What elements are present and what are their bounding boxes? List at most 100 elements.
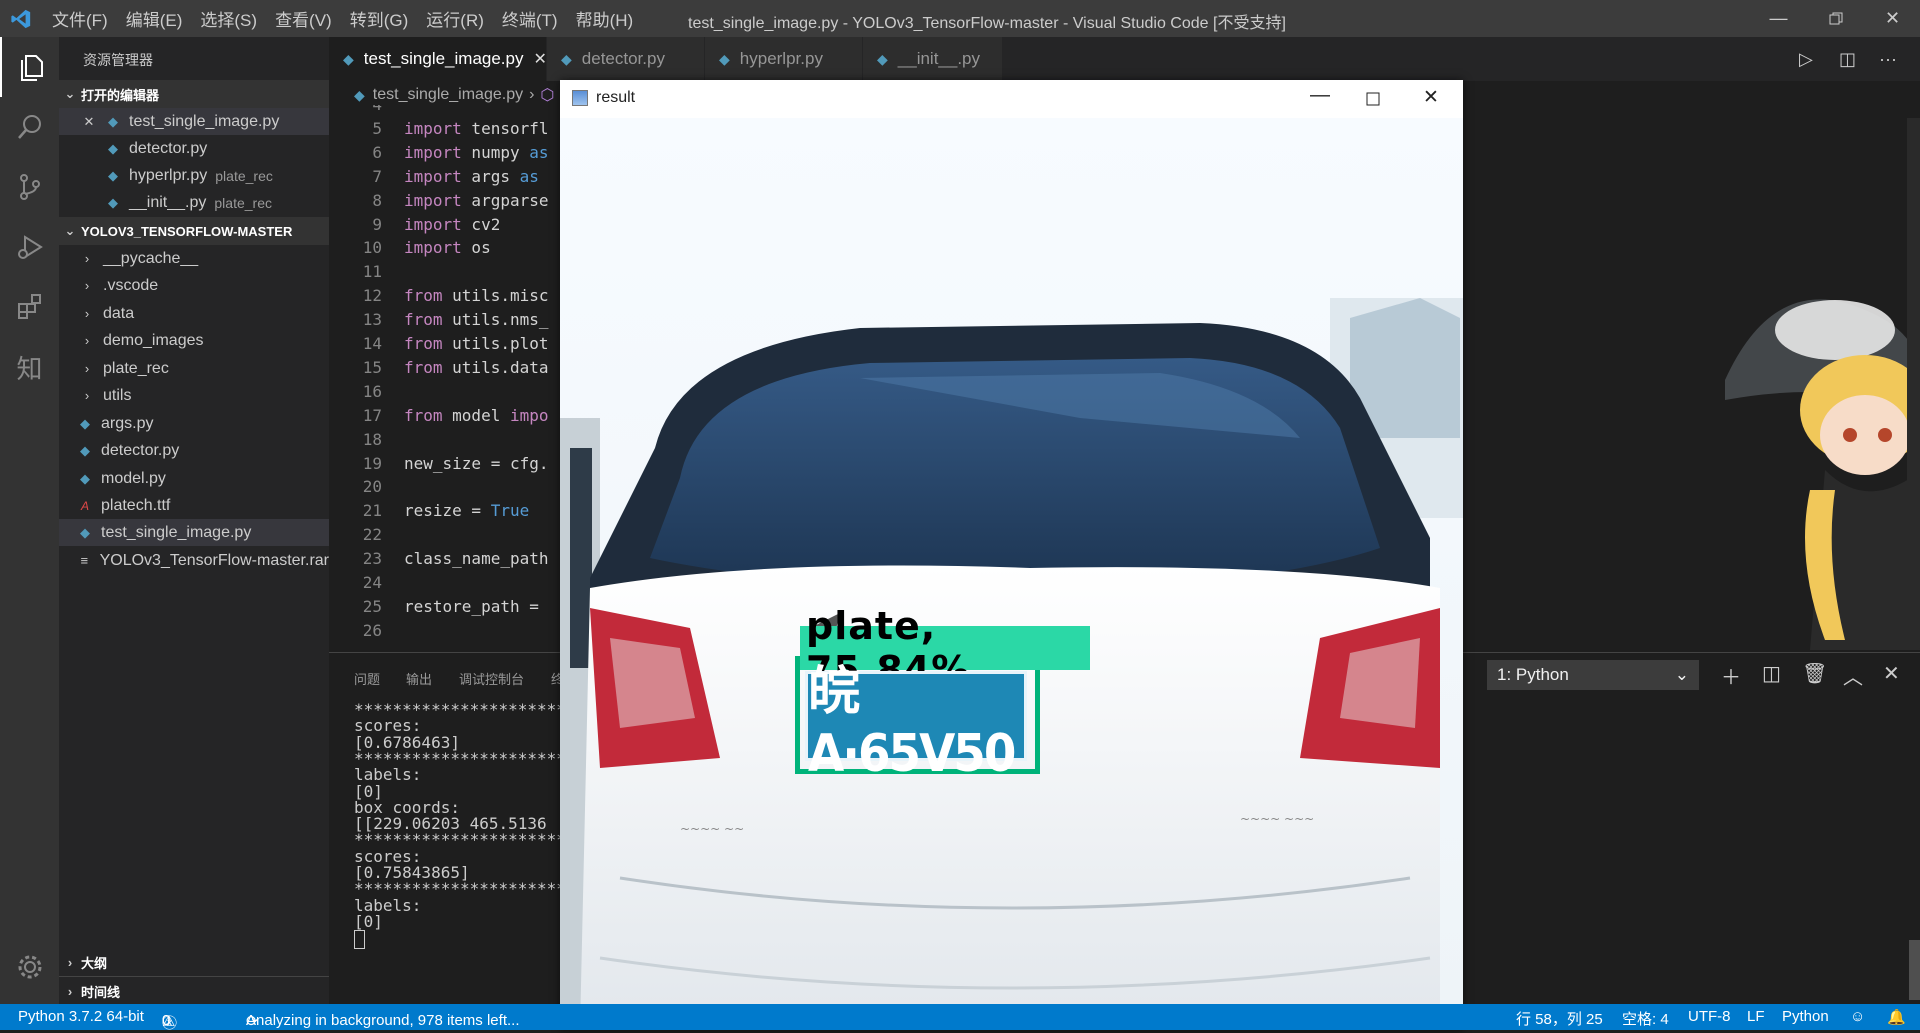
search-activity[interactable] bbox=[0, 97, 59, 157]
run-debug-activity[interactable] bbox=[0, 217, 59, 277]
feedback-icon[interactable]: ☺ bbox=[1850, 1008, 1865, 1025]
code-line[interactable]: 22 bbox=[329, 523, 404, 547]
minimize-button[interactable]: — bbox=[1750, 0, 1807, 37]
bell-icon[interactable]: 🔔 bbox=[1887, 1008, 1906, 1026]
file-item[interactable]: ≡ YOLOv3_TensorFlow-master.rar bbox=[59, 547, 330, 574]
encoding[interactable]: UTF-8 bbox=[1688, 1008, 1731, 1025]
menu-go[interactable]: 转到(G) bbox=[350, 6, 409, 31]
folder-item[interactable]: › demo_images bbox=[59, 327, 329, 354]
end-of-line[interactable]: LF bbox=[1747, 1008, 1765, 1025]
more-actions-button[interactable]: ··· bbox=[1879, 37, 1897, 81]
file-item[interactable]: ◆ args.py bbox=[59, 410, 329, 437]
timeline-section[interactable]: › 时间线 bbox=[59, 976, 329, 1005]
menu-help[interactable]: 帮助(H) bbox=[576, 6, 634, 31]
tab-hyperlpr[interactable]: ◆ hyperlpr.py bbox=[705, 37, 863, 81]
editor-tabs: ◆ test_single_image.py ✕ ◆ detector.py ◆… bbox=[329, 37, 1920, 81]
tab-init[interactable]: ◆ __init__.py bbox=[863, 37, 1003, 81]
restore-button[interactable] bbox=[1807, 0, 1864, 37]
code-line[interactable]: 10 import os bbox=[329, 236, 491, 260]
language-mode[interactable]: Python bbox=[1782, 1008, 1829, 1025]
explorer-activity[interactable] bbox=[0, 37, 61, 97]
split-editor-button[interactable]: ◫ bbox=[1839, 37, 1856, 81]
terminal-selector[interactable]: 1: Python ⌄ bbox=[1487, 660, 1699, 690]
zhihu-activity[interactable]: 知 bbox=[0, 337, 59, 397]
code-line[interactable]: 20 bbox=[329, 475, 404, 499]
breadcrumb-file[interactable]: test_single_image.py bbox=[373, 86, 523, 104]
code-line[interactable]: 8 import argparse bbox=[329, 189, 548, 213]
open-editors-section[interactable]: ⌄ 打开的编辑器 bbox=[59, 80, 329, 108]
panel-tab-problems[interactable]: 问题 bbox=[354, 669, 380, 688]
code-line[interactable]: 11 bbox=[329, 260, 404, 284]
code-line[interactable]: 15 from utils.data bbox=[329, 356, 549, 380]
file-item[interactable]: ◆ model.py bbox=[59, 465, 329, 492]
menu-file[interactable]: 文件(F) bbox=[52, 6, 108, 31]
close-panel-icon[interactable]: ✕ bbox=[1883, 661, 1900, 686]
file-item[interactable]: Aplatech.ttf bbox=[59, 492, 329, 519]
code-line[interactable]: 26 bbox=[329, 619, 404, 643]
source-control-activity[interactable] bbox=[0, 157, 59, 217]
project-section[interactable]: ⌄ YOLOV3_TENSORFLOW-MASTER bbox=[59, 217, 329, 245]
trash-icon[interactable]: 🗑 bbox=[1802, 661, 1827, 686]
python-interpreter[interactable]: Python 3.7.2 64-bit bbox=[18, 1008, 144, 1025]
code-line[interactable]: 12 from utils.misc bbox=[329, 284, 549, 308]
code-token: numpy bbox=[461, 142, 530, 162]
file-item[interactable]: ◆ test_single_image.py bbox=[59, 519, 329, 546]
chevron-right-icon: › bbox=[84, 361, 90, 376]
extensions-activity[interactable] bbox=[0, 277, 59, 337]
add-terminal-icon[interactable]: ＋ bbox=[1721, 661, 1741, 690]
code-line[interactable]: 24 bbox=[329, 571, 404, 595]
code-line[interactable]: 5 import tensorfl bbox=[329, 117, 548, 141]
close-window-button[interactable]: ✕ bbox=[1864, 0, 1920, 37]
menu-terminal[interactable]: 终端(T) bbox=[502, 6, 558, 31]
file-name: test_single_image.py bbox=[101, 523, 252, 541]
folder-item[interactable]: › __pycache__ bbox=[59, 245, 329, 272]
result-close-button[interactable]: ✕ bbox=[1423, 86, 1439, 109]
folder-item[interactable]: › .vscode bbox=[59, 272, 329, 299]
settings-activity[interactable] bbox=[0, 937, 59, 997]
folder-item[interactable]: › data bbox=[59, 300, 329, 327]
open-editor-item[interactable]: ◆ detector.py bbox=[59, 135, 329, 162]
code-line[interactable]: 23 class_name_path bbox=[329, 547, 549, 571]
panel-tab-debug-console[interactable]: 调试控制台 bbox=[459, 669, 524, 688]
code-line[interactable]: 13 from utils.nms_ bbox=[329, 308, 549, 332]
code-line[interactable]: 6 import numpy as bbox=[329, 141, 548, 165]
menu-edit[interactable]: 编辑(E) bbox=[126, 6, 183, 31]
open-editor-item[interactable]: ✕ ◆ test_single_image.py bbox=[59, 108, 329, 135]
run-file-button[interactable]: ▷ bbox=[1799, 37, 1813, 81]
menu-selection[interactable]: 选择(S) bbox=[200, 6, 257, 31]
outline-section[interactable]: › 大纲 bbox=[59, 948, 329, 976]
tab-detector[interactable]: ◆ detector.py bbox=[547, 37, 705, 81]
panel-tab-output[interactable]: 输出 bbox=[406, 669, 432, 688]
cursor-position[interactable]: 行 58，列 25 bbox=[1516, 1008, 1603, 1029]
close-icon[interactable]: ✕ bbox=[81, 114, 97, 130]
editor-scrollbar[interactable] bbox=[1907, 118, 1920, 648]
code-line[interactable]: 25 restore_path = bbox=[329, 595, 539, 619]
folder-item[interactable]: › plate_rec bbox=[59, 355, 329, 382]
chevron-up-icon[interactable]: ︿ bbox=[1843, 661, 1863, 690]
folder-item[interactable]: › utils bbox=[59, 382, 329, 409]
close-icon[interactable]: ✕ bbox=[534, 49, 547, 69]
code-line[interactable]: 16 bbox=[329, 380, 404, 404]
result-maximize-button[interactable] bbox=[1366, 84, 1380, 119]
file-item[interactable]: ◆ detector.py bbox=[59, 437, 329, 464]
tab-test-single-image[interactable]: ◆ test_single_image.py ✕ bbox=[329, 37, 547, 81]
code-line[interactable]: 18 bbox=[329, 428, 404, 452]
menu-view[interactable]: 查看(V) bbox=[275, 6, 332, 31]
indentation[interactable]: 空格: 4 bbox=[1622, 1008, 1669, 1029]
split-terminal-icon[interactable]: ◫ bbox=[1762, 661, 1781, 686]
code-line[interactable]: 19 new_size = cfg. bbox=[329, 452, 549, 476]
code-line[interactable]: 9 import cv2 bbox=[329, 213, 500, 237]
code-line[interactable]: 14 from utils.plot bbox=[329, 332, 549, 356]
terminal-output[interactable]: ********************** scores: [0.6786463]… bbox=[354, 700, 562, 1004]
open-editor-item[interactable]: ◆ __init__.py plate_rec bbox=[59, 189, 329, 216]
open-editor-item[interactable]: ◆ hyperlpr.py plate_rec bbox=[59, 162, 329, 189]
result-minimize-button[interactable]: — bbox=[1310, 84, 1330, 107]
terminal-scrollbar[interactable] bbox=[1909, 940, 1920, 1000]
code-editor[interactable]: 45 import tensorfl 6 import numpy as 7 import… bbox=[329, 105, 561, 645]
code-line[interactable]: 17 from model impo bbox=[329, 404, 549, 428]
code-line[interactable]: 7 import args as bbox=[329, 165, 539, 189]
menu-run[interactable]: 运行(R) bbox=[426, 6, 484, 31]
detection-result-image: ~~~~ ~~ ~~~~ ~~~ plate, 75.84% 皖A·65V50 bbox=[560, 118, 1463, 1030]
code-line[interactable]: 21 resize = True bbox=[329, 499, 530, 523]
code-line[interactable]: 4 bbox=[329, 105, 404, 117]
